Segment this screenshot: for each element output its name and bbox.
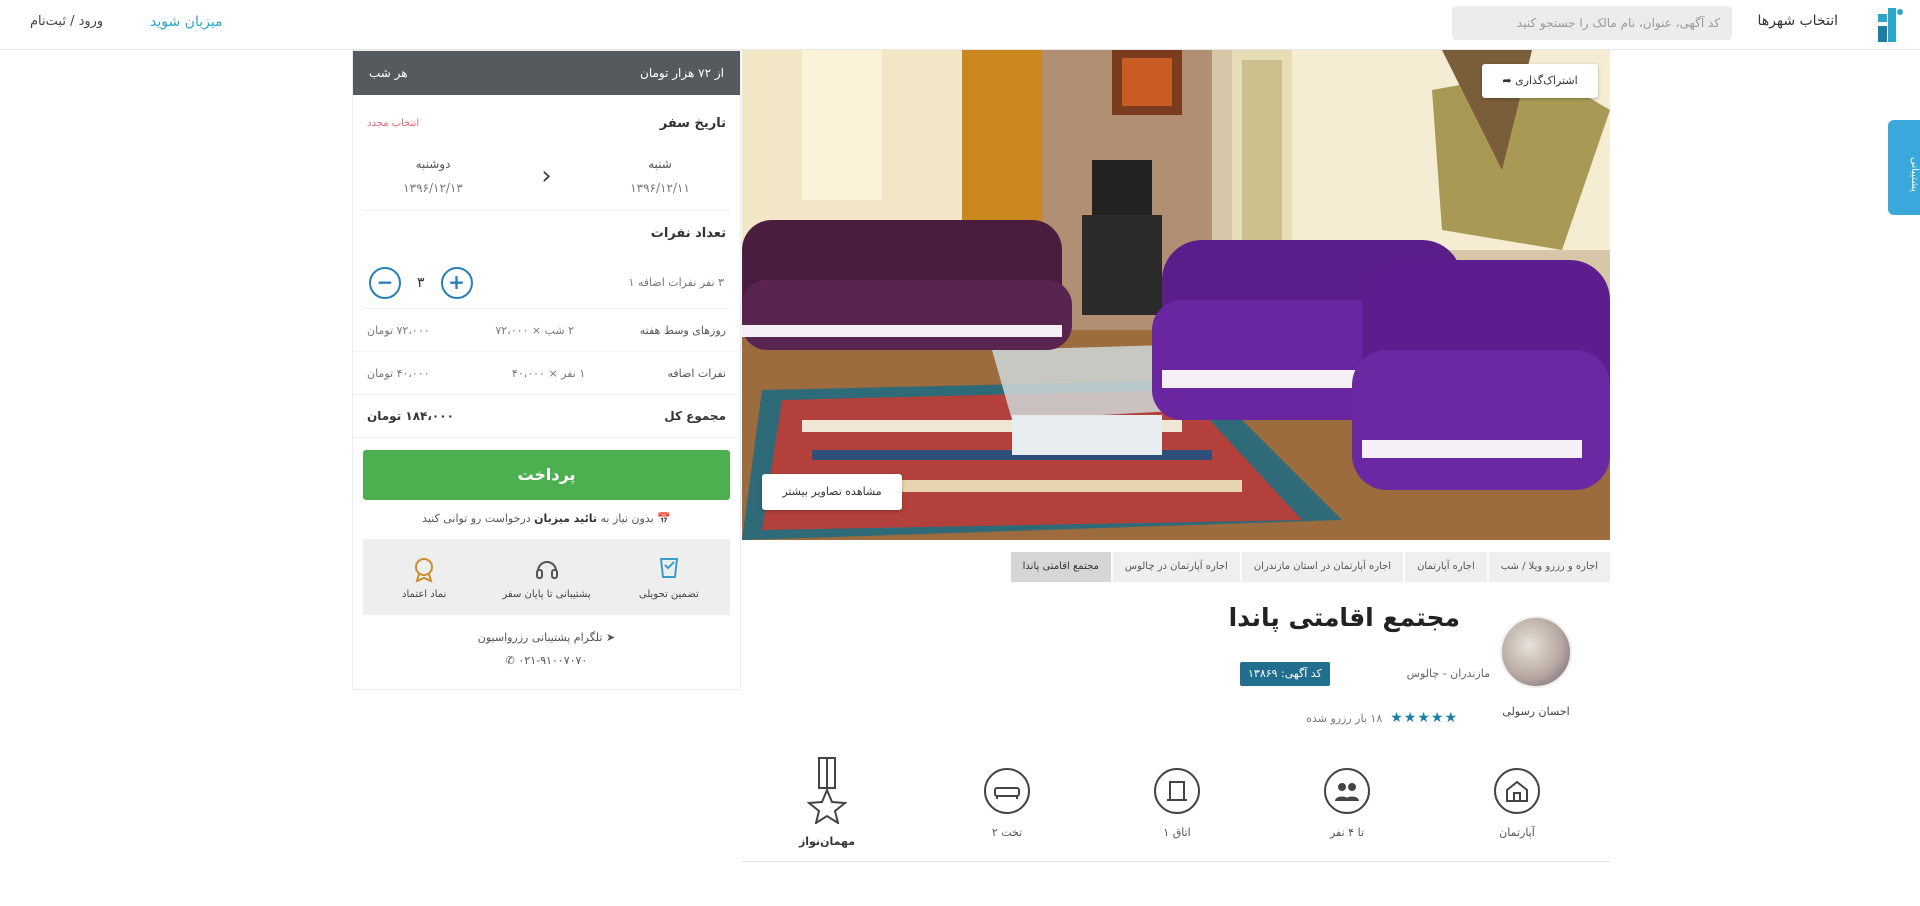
search-input[interactable]: کد آگهی، عنوان، نام مالک را جستجو کنید — [1452, 6, 1732, 40]
note-prefix: بدون نیاز به — [600, 512, 654, 525]
checkout-day: دوشنبه — [415, 156, 451, 171]
checkin-date[interactable]: شنبه ۱۳۹۶/۱۲/۱۱ — [590, 157, 730, 195]
telegram-support-link[interactable]: ➤ تلگرام پشتیبانی رزرواسیون — [353, 631, 740, 644]
living-room-photo — [742, 50, 1610, 540]
listing-title: مجتمع اقامتی پاندا — [1228, 603, 1460, 632]
guests-count: ۳ — [417, 274, 425, 291]
guests-title: تعداد نفرات — [650, 225, 726, 241]
chevron-left-icon: ‹ — [541, 160, 552, 191]
weekday-price-row: روزهای وسط هفته ۲ شب × ۷۲،۰۰۰ ۷۲،۰۰۰ توم… — [353, 309, 740, 352]
amenities-bar: آپارتمان تا ۴ نفر ۱ اتاق ۲ تخت مهمان‌نوا… — [742, 750, 1610, 862]
total-label: مجموع کل — [664, 409, 726, 423]
share-button[interactable]: ➦ اشتراک‌گذاری — [1482, 64, 1598, 98]
checkin-day: شنبه — [648, 156, 672, 171]
weekday-calc: ۲ شب × ۷۲،۰۰۰ — [495, 323, 575, 337]
house-icon — [1494, 768, 1540, 814]
breadcrumb: اجاره و رزرو ویلا / شب اجاره آپارتمان اج… — [886, 552, 1610, 582]
checkin-date-value: ۱۳۹۶/۱۲/۱۱ — [630, 180, 690, 195]
note-suffix: درخواست رو توانی کنید — [422, 512, 531, 525]
headset-icon — [535, 560, 558, 579]
breadcrumb-item[interactable]: اجاره آپارتمان در چالوس — [1112, 552, 1240, 582]
date-picker: شنبه ۱۳۹۶/۱۲/۱۱ ‹ دوشنبه ۱۳۹۶/۱۲/۱۳ — [363, 141, 730, 211]
guest-counter-row: ۳ نفر نفرات اضافه ۱ − ۳ + — [363, 257, 730, 309]
breadcrumb-item[interactable]: اجاره و رزرو ویلا / شب — [1488, 552, 1610, 582]
amenity-label: آپارتمان — [1499, 826, 1535, 839]
medal-icon — [806, 756, 848, 827]
feature-trust: نماد اعتماد — [369, 555, 479, 600]
total-row: مجموع کل ۱۸۴،۰۰۰ تومان — [353, 395, 740, 438]
amenity-capacity: تا ۴ نفر — [1292, 768, 1402, 839]
booking-count: ۱۸ بار رزرو شده — [1306, 711, 1383, 725]
support-phone[interactable]: ✆ ۰۲۱-۹۱۰۰۷۰۷۰ — [353, 654, 740, 667]
bed-icon — [984, 768, 1030, 814]
amenity-label: ۲ تخت — [991, 826, 1023, 839]
top-header: انتخاب شهرها کد آگهی، عنوان، نام مالک را… — [0, 0, 1920, 50]
site-logo[interactable] — [1872, 4, 1906, 46]
breadcrumb-item[interactable]: اجاره آپارتمان در استان مازندران — [1241, 552, 1404, 582]
city-select[interactable]: انتخاب شهرها — [1758, 13, 1839, 29]
amenity-type: آپارتمان — [1462, 768, 1572, 839]
amenity-beds: ۲ تخت — [952, 768, 1062, 839]
feature-guarantee: تضمین تحویلی — [614, 555, 724, 600]
phone-icon: ✆ — [505, 654, 515, 667]
view-more-photos-button[interactable]: مشاهده تصاویر بیشتر — [762, 474, 902, 510]
guests-title-row: تعداد نفرات — [353, 215, 740, 251]
price-from: از ۷۲ هزار تومان — [640, 66, 724, 80]
feature-label: نماد اعتماد — [402, 588, 447, 600]
listing-code-badge: کد آگهی: ۱۳۸۶۹ — [1240, 662, 1330, 686]
increase-guests-button[interactable]: + — [440, 266, 473, 299]
support-text: تلگرام پشتیبانی رزرواسیون — [477, 631, 603, 644]
guarantee-icon — [659, 557, 678, 578]
amenity-host-badge: مهمان‌نواز — [772, 756, 882, 848]
listing-location: مازندران - چالوس — [1406, 667, 1490, 680]
weekday-total: ۷۲،۰۰۰ تومان — [367, 323, 430, 337]
become-host-link[interactable]: میزبان شوید — [150, 14, 223, 30]
amenity-rooms: ۱ اتاق — [1122, 768, 1232, 839]
per-night-label: هر شب — [369, 66, 408, 80]
clear-dates-link[interactable]: انتخاب مجدد — [367, 118, 419, 129]
weekday-label: روزهای وسط هفته — [639, 323, 726, 337]
host-name[interactable]: احسان رسولی — [1490, 705, 1582, 718]
extra-calc: ۱ نفر × ۴۰،۰۰۰ — [511, 366, 586, 380]
feature-label: پشتیبانی تا پایان سفر — [502, 588, 591, 600]
listing-hero-image[interactable]: ➦ اشتراک‌گذاری مشاهده تصاویر بیشتر — [742, 50, 1610, 540]
extra-guest-row: نفرات اضافه ۱ نفر × ۴۰،۰۰۰ ۴۰،۰۰۰ تومان — [353, 352, 740, 395]
breadcrumb-item[interactable]: اجاره آپارتمان — [1405, 552, 1487, 582]
decrease-guests-button[interactable]: − — [369, 266, 401, 299]
rating-row: ★★★★★ ۱۸ بار رزرو شده — [1306, 710, 1458, 726]
extra-label: نفرات اضافه — [667, 366, 726, 380]
note-bold: تائید میزبان — [534, 512, 597, 525]
trust-features: تضمین تحویلی پشتیبانی تا پایان سفر نماد … — [363, 539, 730, 615]
travel-date-title: تاریخ سفر — [659, 115, 726, 131]
checkout-date[interactable]: دوشنبه ۱۳۹۶/۱۲/۱۳ — [363, 157, 503, 195]
login-link[interactable]: ورود / ثبت‌نام — [30, 14, 103, 29]
star-rating: ★★★★★ — [1390, 710, 1458, 726]
people-icon — [1324, 768, 1370, 814]
pay-button[interactable]: پرداخت — [363, 450, 730, 500]
share-icon: ➦ — [1502, 74, 1512, 87]
amenity-label: مهمان‌نواز — [798, 835, 856, 848]
feature-support: پشتیبانی تا پایان سفر — [492, 555, 602, 600]
amenity-label: ۱ اتاق — [1163, 826, 1191, 839]
price-bar: از ۷۲ هزار تومان هر شب — [353, 51, 740, 95]
feature-label: تضمین تحویلی — [638, 588, 699, 600]
calendar-icon: 📅 — [657, 512, 671, 525]
extra-total: ۴۰،۰۰۰ تومان — [367, 366, 430, 380]
guests-note: ۳ نفر نفرات اضافه ۱ — [628, 276, 724, 289]
support-side-tab[interactable]: پشتیبانی — [1888, 120, 1920, 215]
trust-badge-icon — [415, 557, 434, 583]
host-avatar[interactable] — [1500, 616, 1572, 688]
booking-panel: از ۷۲ هزار تومان هر شب تاریخ سفر انتخاب … — [352, 50, 741, 690]
guest-stepper: − ۳ + — [369, 266, 473, 299]
door-icon — [1154, 768, 1200, 814]
amenity-label: تا ۴ نفر — [1329, 826, 1365, 839]
phone-number: ۰۲۱-۹۱۰۰۷۰۷۰ — [518, 654, 588, 667]
total-value: ۱۸۴،۰۰۰ تومان — [367, 409, 454, 423]
travel-date-row: تاریخ سفر انتخاب مجدد — [353, 105, 740, 141]
instant-booking-note: 📅 بدون نیاز به تائید میزبان درخواست رو ت… — [353, 512, 740, 525]
telegram-icon: ➤ — [606, 631, 616, 644]
checkout-date-value: ۱۳۹۶/۱۲/۱۳ — [403, 180, 463, 195]
share-label: اشتراک‌گذاری — [1515, 74, 1578, 87]
breadcrumb-current: مجتمع اقامتی پاندا — [1010, 552, 1111, 582]
